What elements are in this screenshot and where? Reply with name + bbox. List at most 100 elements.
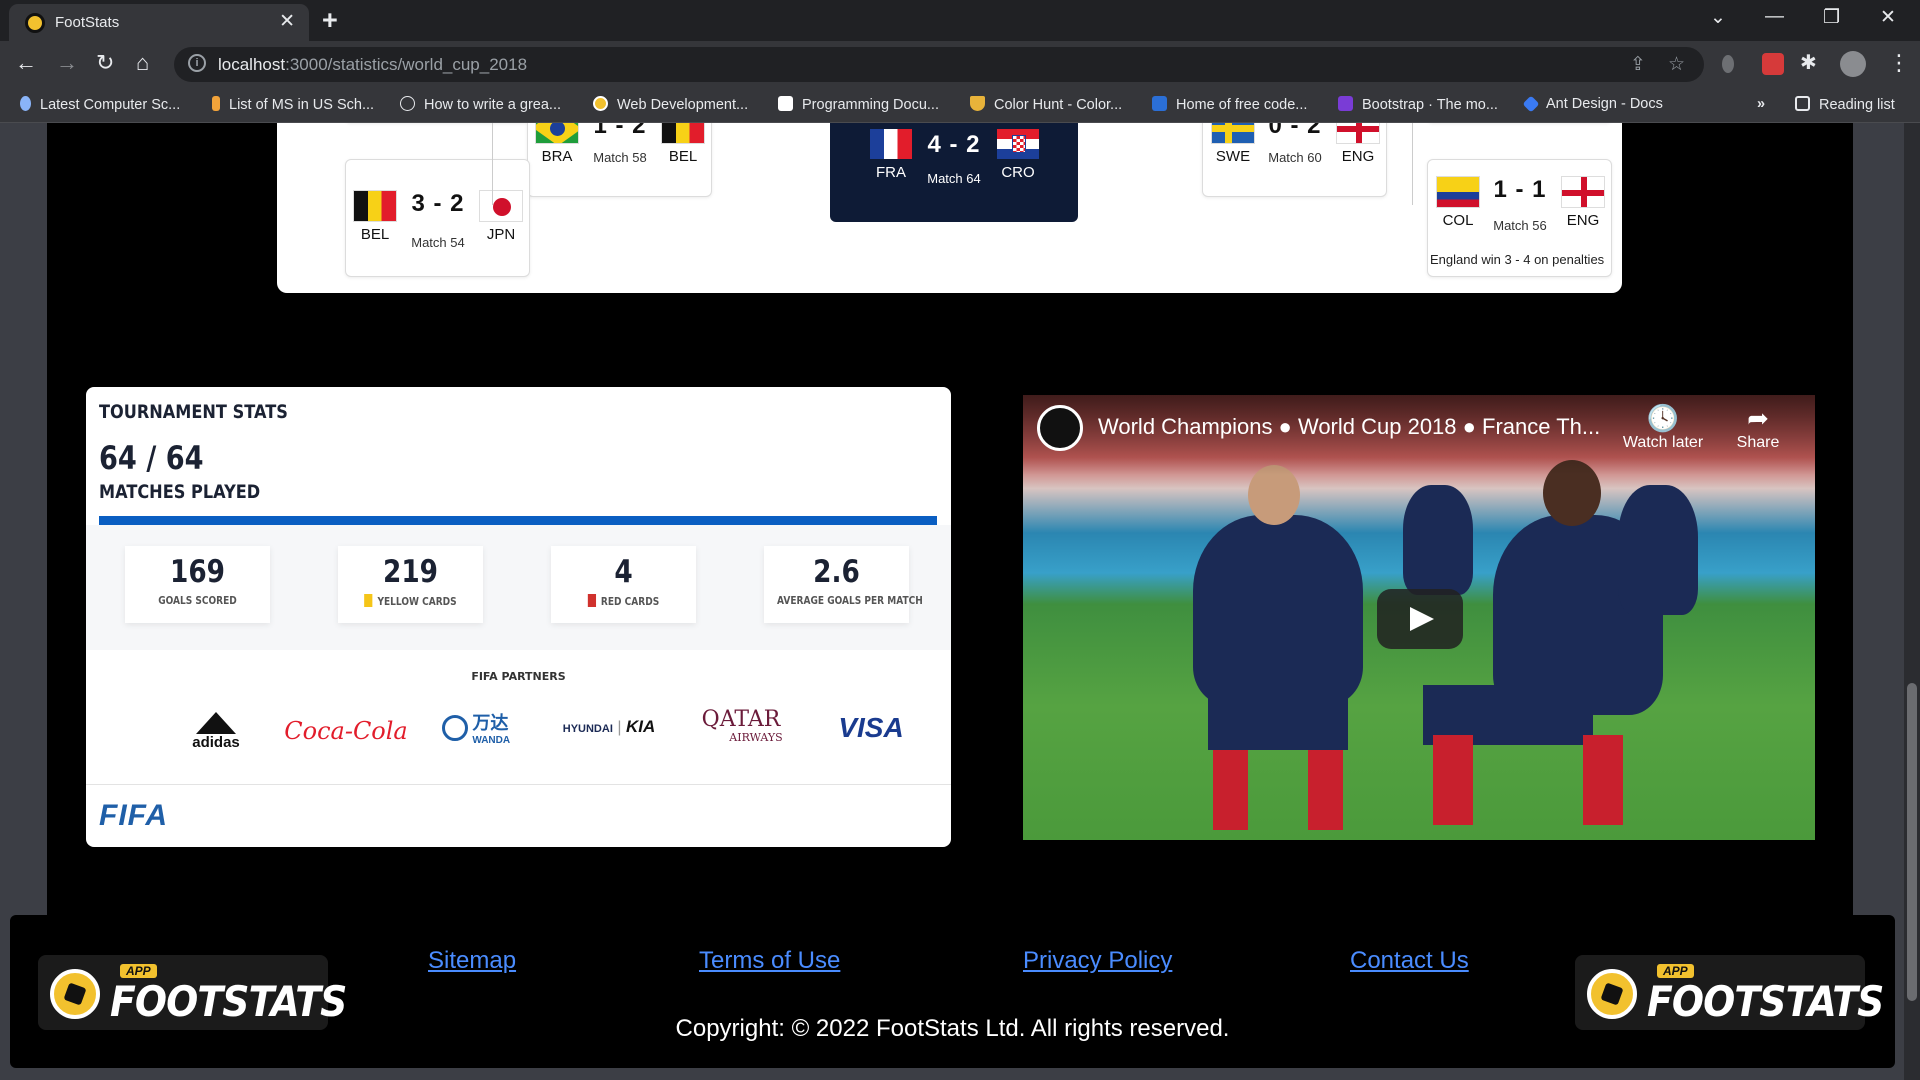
profile-avatar[interactable] [1840, 51, 1866, 77]
bookmark-label: Web Development... [617, 97, 749, 113]
channel-avatar[interactable] [1037, 405, 1083, 451]
bookmark-item[interactable]: Web Development... [593, 96, 748, 113]
browser-tab-bar: FootStats ✕ + ⌄ — ❐ ✕ [0, 0, 1920, 41]
browser-tab[interactable]: FootStats ✕ [9, 4, 309, 41]
sweden-flag-icon [1211, 123, 1255, 144]
site-footer: APP FOOTSTATS Sitemap Terms of Use Priva… [10, 915, 1895, 1068]
tab-search-icon[interactable]: ⌄ [1710, 6, 1726, 29]
player-socks [1213, 750, 1248, 830]
bookmarks-overflow-icon[interactable]: » [1757, 96, 1765, 112]
match-card-58[interactable]: BRA 1 - 2 Match 58 BEL [527, 123, 712, 197]
youtube-video-embed[interactable]: World Champions ● World Cup 2018 ● Franc… [1023, 395, 1815, 840]
kia-wordmark: KIA [625, 717, 656, 736]
team-home: FRA [866, 128, 916, 181]
team-code: BEL [360, 226, 390, 243]
player-shorts [1208, 695, 1348, 750]
bookmark-item[interactable]: Home of free code... [1152, 96, 1307, 113]
match-score: 3 - 2 [411, 190, 465, 217]
url-path: :3000/statistics/world_cup_2018 [285, 55, 528, 74]
restore-icon[interactable]: ❐ [1823, 6, 1840, 29]
stat-label: YELLOW CARDS [377, 595, 457, 608]
video-title[interactable]: World Champions ● World Cup 2018 ● Franc… [1098, 414, 1600, 440]
forward-icon[interactable]: → [56, 50, 78, 76]
bookmark-star-icon[interactable]: ☆ [1668, 53, 1685, 76]
football-icon [50, 969, 100, 1019]
bookmark-label: Color Hunt - Color... [994, 97, 1123, 113]
bookmark-item[interactable]: Latest Computer Sc... [20, 96, 180, 113]
tab-close-icon[interactable]: ✕ [279, 10, 295, 33]
extensions-puzzle-icon[interactable]: ✱ [1800, 50, 1817, 75]
belgium-flag-icon [661, 123, 705, 144]
team-code: JPN [486, 226, 516, 243]
hyundai-kia-logo: HYUNDAI | KIA [562, 717, 656, 736]
brazil-flag-icon [535, 123, 579, 144]
privacy-policy-link[interactable]: Privacy Policy [1023, 947, 1172, 975]
address-bar[interactable]: i localhost:3000/statistics/world_cup_20… [174, 47, 1704, 82]
colombia-flag-icon [1436, 176, 1480, 208]
contact-us-link[interactable]: Contact Us [1350, 947, 1469, 975]
minimize-icon[interactable]: — [1765, 6, 1784, 28]
url-text[interactable]: localhost:3000/statistics/world_cup_2018 [218, 55, 527, 75]
team-code: ENG [1566, 212, 1600, 229]
footstats-logo[interactable]: APP FOOTSTATS [1575, 955, 1884, 1030]
extension-red-icon[interactable] [1762, 53, 1784, 75]
match-score: 1 - 1 [1493, 176, 1547, 203]
terms-of-use-link[interactable]: Terms of Use [699, 947, 840, 975]
fifa-logo: FIFA [99, 799, 168, 832]
bookmark-favicon-icon [400, 96, 415, 111]
bookmark-item[interactable]: List of MS in US Sch... [212, 96, 374, 113]
bookmark-item[interactable]: Bootstrap · The mo... [1338, 96, 1498, 113]
stat-tiles: 169 GOALS SCORED 219 YELLOW CARDS 4 RED … [86, 525, 951, 650]
window-close-icon[interactable]: ✕ [1880, 6, 1896, 29]
stat-value: 169 [169, 554, 226, 590]
tournament-stats-card: TOURNAMENT STATS 64 / 64 MATCHES PLAYED … [86, 387, 951, 847]
japan-flag-icon [479, 190, 523, 222]
reload-icon[interactable]: ↻ [96, 50, 114, 76]
scrollbar[interactable] [1904, 123, 1920, 1080]
home-icon[interactable]: ⌂ [136, 50, 149, 76]
progress-fill [99, 516, 937, 525]
partners-title: FIFA PARTNERS [471, 670, 566, 683]
watch-later-button[interactable]: 🕓 Watch later [1613, 403, 1713, 452]
share-button[interactable]: ➦ Share [1718, 403, 1798, 452]
back-icon[interactable]: ← [15, 50, 37, 76]
new-tab-button[interactable]: + [322, 5, 338, 36]
bracket-connector [1412, 123, 1413, 205]
tab-title: FootStats [55, 14, 120, 31]
bookmark-item[interactable]: Programming Docu... [778, 96, 939, 113]
croatia-flag-icon [996, 128, 1040, 160]
play-button[interactable] [1377, 589, 1463, 649]
share-page-icon[interactable]: ⇪ [1630, 53, 1646, 76]
stat-tile-avg-goals: 2.6 AVERAGE GOALS PER MATCH [764, 546, 923, 623]
bookmark-item[interactable]: Color Hunt - Color... [970, 96, 1122, 113]
bookmark-item[interactable]: Ant Design - Docs [1522, 95, 1663, 113]
sitemap-link[interactable]: Sitemap [428, 947, 516, 975]
match-score: 1 - 2 [593, 123, 647, 139]
england-flag-icon [1561, 176, 1605, 208]
bookmark-label: Programming Docu... [802, 97, 939, 113]
stat-value: 219 [382, 554, 439, 590]
bookmark-label: Bootstrap · The mo... [1362, 97, 1498, 113]
scrollbar-thumb[interactable] [1907, 683, 1917, 1001]
player-socks [1433, 735, 1473, 825]
football-icon [1587, 969, 1637, 1019]
match-number: Match 56 [1493, 218, 1547, 233]
site-info-icon[interactable]: i [188, 54, 206, 72]
extension-icon[interactable] [1722, 55, 1734, 73]
final-match-card[interactable]: FRA 4 - 2 Match 64 CRO [830, 123, 1078, 222]
url-host: localhost [218, 55, 286, 74]
bookmark-label: How to write a grea... [424, 97, 561, 113]
wanda-mark-icon [441, 714, 468, 741]
main-panel: BRA 1 - 2 Match 58 BEL BEL 3 - 2 Match 5… [47, 123, 1853, 1007]
visa-logo: VISA [806, 712, 936, 744]
match-card-54[interactable]: BEL 3 - 2 Match 54 JPN [345, 159, 530, 277]
match-card-60[interactable]: SWE 0 - 2 Match 60 ENG [1202, 123, 1387, 197]
bracket-connector [492, 123, 493, 205]
bookmark-item[interactable]: How to write a grea... [400, 96, 561, 113]
reading-list[interactable]: Reading list [1795, 96, 1895, 113]
bookmarks-bar: Latest Computer Sc... List of MS in US S… [0, 88, 1920, 123]
match-card-56[interactable]: COL 1 - 1 Match 56 ENG England win 3 - 4… [1427, 159, 1612, 277]
stat-label: AVERAGE GOALS PER MATCH [777, 594, 923, 607]
team-code: BEL [668, 148, 698, 165]
menu-kebab-icon[interactable]: ⋮ [1888, 50, 1910, 76]
